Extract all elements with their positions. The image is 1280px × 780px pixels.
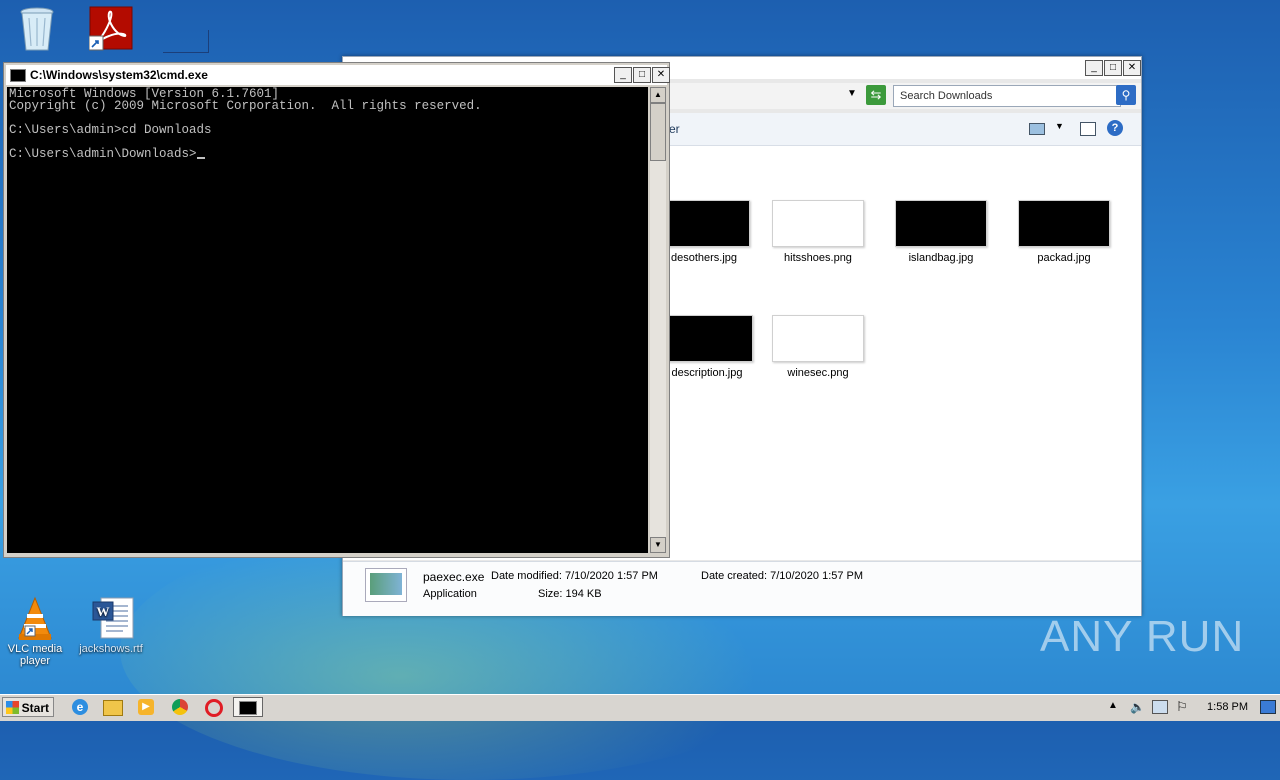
view-options-icon[interactable]	[1029, 123, 1045, 135]
recycle-bin-icon	[17, 6, 57, 51]
file-thumbnail	[772, 315, 864, 362]
system-tray: ▲ 🔈 ⚐ 1:58 PM	[1100, 695, 1280, 721]
scroll-up-icon[interactable]: ▲	[650, 87, 666, 103]
help-icon[interactable]: ?	[1107, 120, 1123, 136]
details-pane: paexec.exe Application Date modified: 7/…	[343, 561, 1141, 616]
address-dropdown-icon[interactable]: ▼	[847, 88, 857, 99]
console-output[interactable]: Microsoft Windows [Version 6.1.7601] Copy…	[7, 87, 648, 553]
show-desktop-icon[interactable]	[1260, 700, 1276, 714]
file-item[interactable]: packad.jpg	[1004, 200, 1124, 264]
maximize-button[interactable]: □	[1104, 60, 1122, 76]
file-thumbnail	[658, 200, 750, 247]
desktop-icon-vlc[interactable]: VLC media player	[0, 596, 70, 667]
explorer-icon	[103, 700, 123, 716]
show-hidden-icons-icon[interactable]: ▲	[1108, 700, 1118, 711]
file-item[interactable]: hitsshoes.png	[758, 200, 878, 264]
console-prompt: C:\Users\admin\Downloads>	[9, 147, 197, 161]
taskbar-media-player[interactable]: ▶	[132, 697, 160, 717]
taskbar-clock[interactable]: 1:58 PM	[1207, 701, 1248, 713]
cmd-window-controls: _ □ ✕	[614, 67, 670, 83]
preview-pane-icon[interactable]	[1080, 122, 1096, 136]
ie-icon: e	[72, 699, 88, 715]
cmd-scrollbar[interactable]: ▲ ▼	[650, 87, 666, 553]
start-label: Start	[21, 701, 49, 715]
taskbar-ie[interactable]: e	[66, 697, 94, 717]
file-name: winesec.png	[787, 367, 849, 379]
file-item[interactable]: winesec.png	[758, 315, 878, 379]
taskbar-chrome[interactable]	[166, 697, 194, 717]
network-icon[interactable]	[1152, 700, 1168, 714]
console-line: C:\Users\admin>cd Downloads	[9, 123, 212, 137]
volume-icon[interactable]: 🔈	[1130, 700, 1145, 714]
details-date-modified: Date modified: 7/10/2020 1:57 PM	[491, 570, 658, 582]
file-name: islandbag.jpg	[908, 252, 974, 264]
windows-logo-icon	[6, 701, 19, 714]
word-document-icon: W	[91, 596, 134, 640]
desktop-selection-outline	[163, 30, 209, 53]
desktop-icon-jackshows[interactable]: W jackshows.rtf	[76, 596, 146, 655]
minimize-button[interactable]: _	[1085, 60, 1103, 76]
action-center-flag-icon[interactable]: ⚐	[1176, 699, 1188, 715]
taskbar-explorer[interactable]	[99, 697, 127, 717]
file-name: hitsshoes.png	[784, 252, 852, 264]
search-input[interactable]: Search Downloads	[893, 85, 1121, 107]
close-button[interactable]: ✕	[652, 67, 670, 83]
file-item[interactable]: islandbag.jpg	[881, 200, 1001, 264]
view-dropdown-icon[interactable]: ▼	[1055, 121, 1064, 131]
anyrun-watermark: ANY RUN	[1040, 612, 1245, 661]
refresh-icon[interactable]: ⇆	[866, 85, 886, 105]
explorer-window-controls: _ □ ✕	[1085, 60, 1141, 76]
desktop-icon-recycle-bin[interactable]	[2, 6, 72, 53]
cmd-icon	[10, 69, 26, 83]
details-date-created: Date created: 7/10/2020 1:57 PM	[701, 570, 864, 582]
console-line: Copyright (c) 2009 Microsoft Corporation…	[9, 99, 482, 113]
desktop-icon-acrobat[interactable]	[76, 6, 146, 55]
file-name: packad.jpg	[1037, 252, 1091, 264]
taskbar-cmd[interactable]	[233, 697, 263, 717]
svg-text:W: W	[97, 604, 110, 619]
cmd-title: C:\Windows\system32\cmd.exe	[30, 68, 208, 82]
maximize-button[interactable]: □	[633, 67, 651, 83]
file-thumbnail	[661, 315, 753, 362]
scroll-down-icon[interactable]: ▼	[650, 537, 666, 553]
file-thumbnail	[1018, 200, 1110, 247]
cmd-window[interactable]: C:\Windows\system32\cmd.exe _ □ ✕ Micros…	[3, 62, 670, 558]
cmd-titlebar[interactable]: C:\Windows\system32\cmd.exe	[6, 65, 667, 85]
text-cursor	[196, 157, 205, 159]
console-prompt-line[interactable]: C:\Users\admin\Downloads>	[9, 148, 646, 160]
opera-icon	[205, 699, 223, 717]
details-filename: paexec.exe	[423, 570, 485, 584]
scroll-thumb[interactable]	[650, 103, 666, 161]
acrobat-reader-icon	[88, 6, 133, 52]
file-thumbnail	[772, 200, 864, 247]
file-thumbnail	[895, 200, 987, 247]
desktop-icon-label: jackshows.rtf	[79, 643, 143, 655]
cmd-icon	[239, 701, 257, 715]
application-icon	[365, 568, 407, 602]
taskbar-opera[interactable]	[200, 697, 228, 717]
vlc-icon	[15, 596, 55, 640]
details-size: Size: 194 KB	[538, 588, 602, 600]
chrome-icon	[172, 699, 188, 715]
desktop-icon-label: VLC media player	[7, 643, 63, 667]
close-button[interactable]: ✕	[1123, 60, 1141, 76]
start-button[interactable]: Start	[2, 697, 54, 717]
toolbar-label-partial[interactable]: er	[669, 122, 680, 136]
media-player-icon: ▶	[138, 699, 154, 715]
taskbar: Start e ▶ ▲ 🔈 ⚐ 1:58 PM	[0, 694, 1280, 721]
search-icon[interactable]: ⚲	[1116, 85, 1136, 105]
details-type: Application	[423, 588, 477, 600]
minimize-button[interactable]: _	[614, 67, 632, 83]
